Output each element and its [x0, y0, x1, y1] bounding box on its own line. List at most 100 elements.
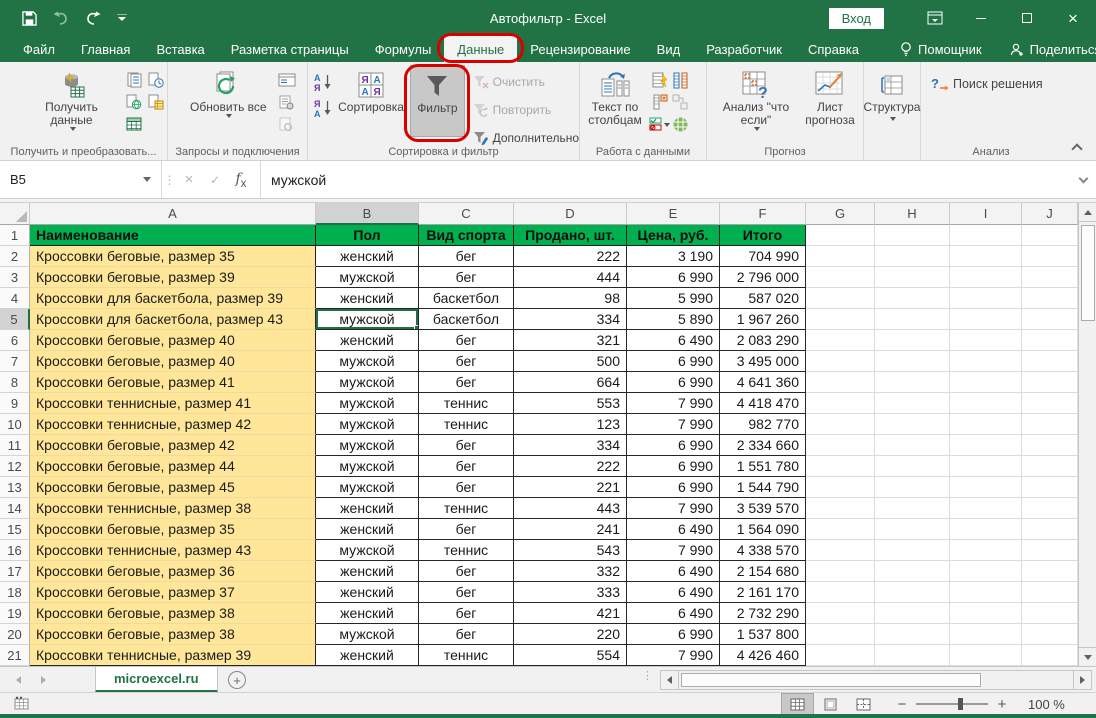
cell[interactable]: 6 490 [627, 519, 720, 540]
menu-tab[interactable]: Разработчик [693, 36, 795, 62]
scroll-right-icon[interactable] [1073, 671, 1091, 689]
cell[interactable] [875, 393, 950, 414]
cell[interactable]: Кроссовки теннисные, размер 42 [30, 414, 316, 435]
cell[interactable] [1022, 225, 1078, 246]
edit-links-icon[interactable] [279, 117, 294, 132]
cell[interactable]: бег [419, 582, 514, 603]
cell[interactable]: 4 426 460 [720, 645, 806, 666]
cell[interactable] [950, 519, 1022, 540]
cell[interactable]: 7 990 [627, 414, 720, 435]
cell[interactable]: мужской [316, 414, 419, 435]
cell[interactable]: Кроссовки беговые, размер 40 [30, 351, 316, 372]
cell[interactable]: женский [316, 561, 419, 582]
cell[interactable] [1022, 435, 1078, 456]
login-button[interactable]: Вход [829, 8, 884, 29]
tab-assistant[interactable]: Помощник [888, 36, 994, 62]
horizontal-scrollbar[interactable] [660, 670, 1092, 690]
redo-icon[interactable] [85, 11, 101, 25]
cell[interactable] [1022, 309, 1078, 330]
header-cell[interactable]: Цена, руб. [627, 225, 720, 246]
cell[interactable]: бег [419, 561, 514, 582]
cell[interactable] [806, 603, 875, 624]
vertical-scroll-thumb[interactable] [1081, 225, 1095, 321]
cell[interactable]: 1 537 800 [720, 624, 806, 645]
cell[interactable] [950, 477, 1022, 498]
row-header[interactable]: 3 [0, 267, 30, 288]
insert-function-icon[interactable]: fx [228, 170, 254, 190]
cell[interactable]: 2 161 170 [720, 582, 806, 603]
clear-filter-button[interactable]: Очистить [473, 71, 579, 93]
cell[interactable]: Кроссовки для баскетбола, размер 43 [30, 309, 316, 330]
cell[interactable]: 6 990 [627, 351, 720, 372]
get-data-button[interactable]: Получить данные [26, 65, 117, 137]
row-header[interactable]: 20 [0, 624, 30, 645]
header-cell[interactable]: Вид спорта [419, 225, 514, 246]
cell[interactable]: женский [316, 582, 419, 603]
from-table-icon[interactable] [126, 117, 142, 132]
normal-view-button[interactable] [781, 693, 814, 715]
cell[interactable] [1022, 393, 1078, 414]
row-header[interactable]: 19 [0, 603, 30, 624]
page-layout-view-button[interactable] [814, 693, 847, 715]
cell[interactable] [1022, 477, 1078, 498]
cell[interactable]: 4 338 570 [720, 540, 806, 561]
cell[interactable]: 334 [514, 435, 627, 456]
next-sheet-icon[interactable] [41, 676, 46, 684]
cell[interactable]: 334 [514, 309, 627, 330]
cell[interactable]: бег [419, 435, 514, 456]
cell[interactable]: мужской [316, 477, 419, 498]
select-all-corner[interactable] [0, 203, 30, 225]
cell[interactable]: Кроссовки теннисные, размер 38 [30, 498, 316, 519]
cell[interactable] [806, 456, 875, 477]
cell[interactable]: бег [419, 351, 514, 372]
cell[interactable]: 7 990 [627, 645, 720, 666]
cell[interactable]: 6 990 [627, 435, 720, 456]
data-validation-icon[interactable] [649, 116, 671, 132]
row-header[interactable]: 6 [0, 330, 30, 351]
cancel-icon[interactable]: × [176, 171, 202, 188]
cell[interactable] [806, 645, 875, 666]
cell[interactable] [875, 477, 950, 498]
cell[interactable]: Кроссовки теннисные, размер 41 [30, 393, 316, 414]
cell[interactable]: бег [419, 456, 514, 477]
column-header-F[interactable]: F [720, 203, 806, 225]
cell[interactable]: 321 [514, 330, 627, 351]
sort-button[interactable]: ЯААЯ Сортировка [336, 65, 406, 137]
cell[interactable] [950, 540, 1022, 561]
properties-icon[interactable] [279, 95, 294, 110]
menu-tab[interactable]: Вид [644, 36, 694, 62]
cell[interactable] [875, 288, 950, 309]
cell[interactable]: бег [419, 246, 514, 267]
row-header[interactable]: 16 [0, 540, 30, 561]
cell[interactable] [806, 624, 875, 645]
cell[interactable]: 222 [514, 456, 627, 477]
sheet-tab-active[interactable]: microexcel.ru [95, 667, 218, 693]
cell[interactable] [875, 309, 950, 330]
cell[interactable]: 6 990 [627, 477, 720, 498]
cell[interactable] [1022, 267, 1078, 288]
cell[interactable] [806, 498, 875, 519]
cell[interactable]: 1 544 790 [720, 477, 806, 498]
cell[interactable]: мужской [316, 351, 419, 372]
cell[interactable]: бег [419, 477, 514, 498]
cell[interactable]: 7 990 [627, 393, 720, 414]
undo-icon[interactable] [53, 11, 69, 25]
cell[interactable]: 543 [514, 540, 627, 561]
column-header-G[interactable]: G [806, 203, 875, 225]
cell[interactable] [875, 330, 950, 351]
cell[interactable] [875, 372, 950, 393]
prev-sheet-icon[interactable] [16, 676, 21, 684]
what-if-button[interactable]: ? Анализ "что если" [721, 65, 791, 137]
cell[interactable] [875, 414, 950, 435]
reapply-filter-button[interactable]: Повторить [473, 99, 579, 121]
cell[interactable] [875, 603, 950, 624]
cell[interactable]: 2 732 290 [720, 603, 806, 624]
filter-button[interactable]: Фильтр [410, 65, 465, 137]
cell[interactable] [1022, 498, 1078, 519]
cell[interactable]: баскетбол [419, 309, 514, 330]
cell[interactable]: женский [316, 603, 419, 624]
cell[interactable] [806, 582, 875, 603]
zoom-in-icon[interactable]: + [996, 696, 1008, 713]
cell[interactable]: 332 [514, 561, 627, 582]
row-header[interactable]: 11 [0, 435, 30, 456]
